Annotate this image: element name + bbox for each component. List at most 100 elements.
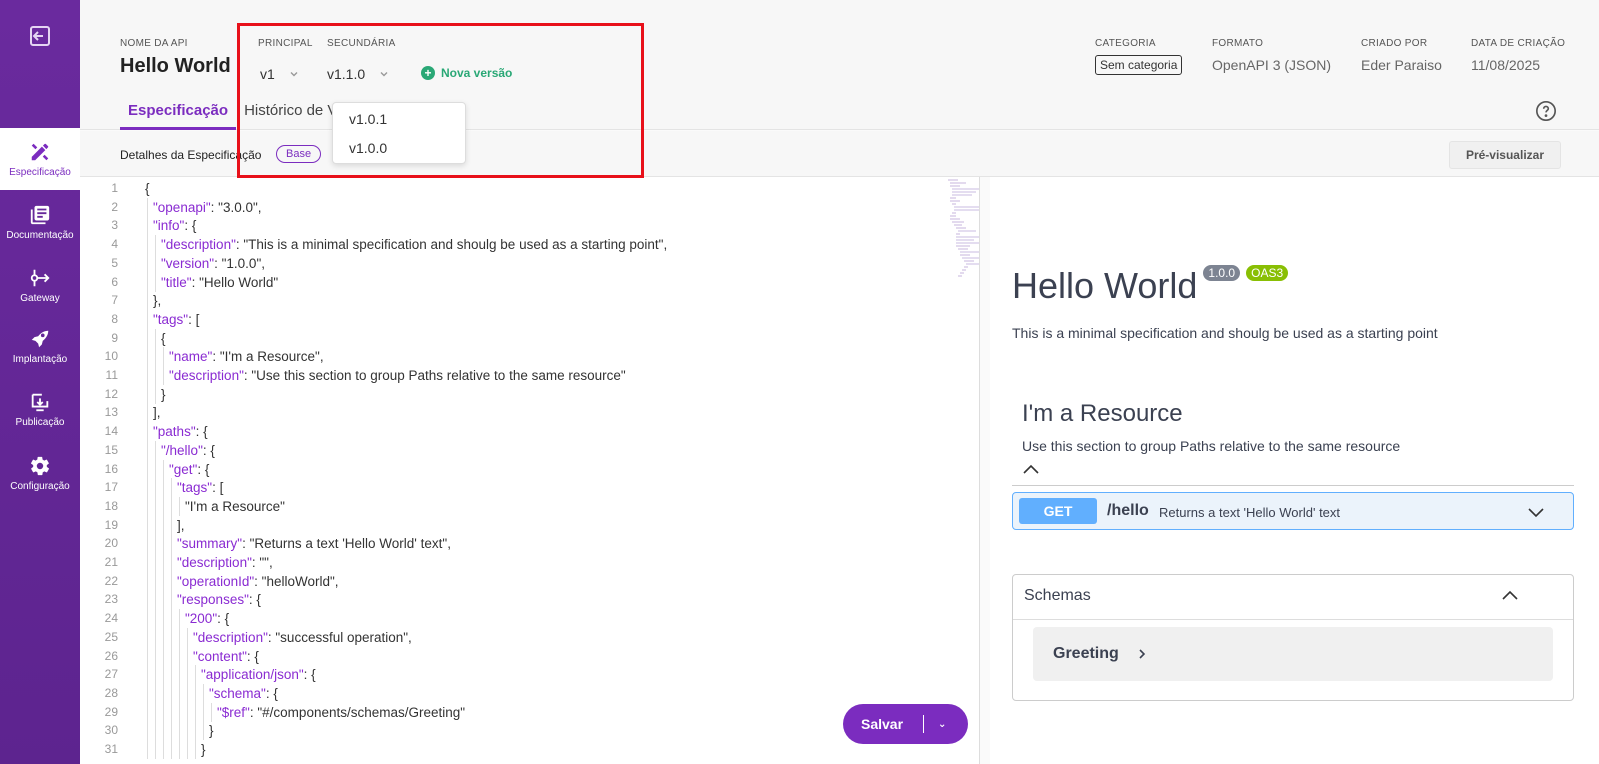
sidebar-item-documentacao[interactable]: Documentação <box>0 191 80 253</box>
indent-guide <box>171 515 172 535</box>
sidebar-item-label: Configuração <box>10 480 70 492</box>
indent-guide <box>155 609 156 629</box>
spec-details-bar: Detalhes da Especificação Base Pré-visua… <box>80 131 1599 177</box>
chevron-down-icon[interactable]: ⌄ <box>938 719 946 730</box>
tab-especificacao[interactable]: Especificação <box>120 95 237 130</box>
publish-icon <box>31 393 49 411</box>
indent-guide <box>147 571 148 591</box>
code-text: }, <box>153 293 162 309</box>
oas-badge: OAS3 <box>1246 265 1289 281</box>
code-text: "summary": "Returns a text 'Hello World'… <box>177 536 451 552</box>
indent-guide <box>147 646 148 666</box>
tag-title[interactable]: I'm a Resource <box>1022 400 1183 428</box>
indent-guide <box>163 665 164 685</box>
schemas-title[interactable]: Schemas <box>1024 587 1091 605</box>
code-text: "info": { <box>153 218 197 234</box>
indent-guide <box>163 721 164 741</box>
sidebar-item-publicacao[interactable]: Publicação <box>0 378 80 440</box>
indent-guide <box>155 683 156 703</box>
indent-guide <box>155 253 156 273</box>
api-name: Hello World <box>120 55 231 77</box>
code-text: "description": "successful operation", <box>193 629 412 645</box>
code-text: "application/json": { <box>201 667 316 683</box>
code-text: "tags": [ <box>153 311 200 327</box>
code-text: "description": "", <box>177 555 273 570</box>
formato-label: FORMATO <box>1212 38 1264 49</box>
app-root: Especificação Documentação Gateway Impla… <box>0 0 1599 764</box>
indent-guide <box>147 403 148 423</box>
code-editor[interactable]: 1 {2 "openapi": "3.0.0", 3 "info": {4 "descri… <box>80 177 980 764</box>
line-number: 22 <box>104 573 118 588</box>
sidebar-item-gateway[interactable]: Gateway <box>0 254 80 316</box>
indent-guide <box>163 590 164 610</box>
indent-guide <box>187 683 188 703</box>
indent-guide <box>163 571 164 591</box>
formato-value: OpenAPI 3 (JSON) <box>1212 57 1332 73</box>
operation-get-hello[interactable]: GET /hello Returns a text 'Hello World' … <box>1012 492 1574 530</box>
back-icon[interactable] <box>28 24 52 48</box>
indent-guide <box>179 609 180 629</box>
schemas-section: Schemas Greeting <box>1012 574 1574 701</box>
sidebar-item-label: Documentação <box>6 229 74 241</box>
indent-guide <box>147 347 148 367</box>
minimap[interactable] <box>946 177 980 287</box>
chevron-up-icon[interactable] <box>1499 585 1521 607</box>
code-text: "I'm a Resource" <box>185 498 285 514</box>
line-number: 28 <box>104 685 118 700</box>
dropdown-option[interactable]: v1.0.0 <box>349 140 387 156</box>
chevron-down-icon[interactable] <box>1525 501 1547 523</box>
schema-item-greeting[interactable]: Greeting <box>1033 627 1553 681</box>
secundaria-version-value: v1.1.0 <box>327 66 366 82</box>
principal-version-select[interactable]: v1 <box>260 66 299 82</box>
indent-guide <box>163 740 164 759</box>
line-number: 12 <box>104 386 118 401</box>
chevron-up-icon[interactable] <box>1020 459 1042 481</box>
code-text: "/hello": { <box>161 442 215 458</box>
indent-guide <box>147 702 148 722</box>
sidebar-item-especificacao[interactable]: Especificação <box>0 128 80 190</box>
preview-button[interactable]: Pré-visualizar <box>1448 141 1561 169</box>
indent-guide <box>155 496 156 516</box>
categoria-badge: Sem categoria <box>1095 55 1183 75</box>
categoria-block: CATEGORIA Sem categoria <box>1095 38 1183 75</box>
line-number: 19 <box>104 517 118 532</box>
sidebar-item-implantacao[interactable]: Implantação <box>0 315 80 377</box>
method-badge: GET <box>1019 498 1097 524</box>
indent-guide <box>155 459 156 479</box>
dropdown-option[interactable]: v1.0.1 <box>349 111 387 127</box>
code-text: "content": { <box>193 648 259 664</box>
indent-guide <box>155 440 156 460</box>
preview-title: Hello World <box>1012 265 1198 306</box>
code-text: "description": "This is a minimal specif… <box>161 237 668 253</box>
code-text: "schema": { <box>209 685 278 701</box>
indent-guide <box>171 702 172 722</box>
editor-divider[interactable] <box>979 177 980 764</box>
indent-guide <box>163 609 164 629</box>
help-icon[interactable] <box>1535 100 1557 122</box>
line-number: 14 <box>104 424 118 439</box>
indent-guide <box>163 366 164 385</box>
line-number: 8 <box>111 311 118 326</box>
indent-guide <box>147 515 148 535</box>
indent-guide <box>171 740 172 759</box>
indent-guide <box>155 721 156 741</box>
code-text: "openapi": "3.0.0", <box>153 199 262 215</box>
line-number: 23 <box>104 592 118 607</box>
indent-guide <box>163 553 164 572</box>
code-text: "description": "Use this section to grou… <box>169 368 626 383</box>
data-criacao-value: 11/08/2025 <box>1471 57 1541 73</box>
indent-guide <box>147 440 148 460</box>
formato-block: FORMATO OpenAPI 3 (JSON) <box>1212 38 1331 73</box>
nova-versao-button[interactable]: + Nova versão <box>421 66 512 80</box>
principal-label: PRINCIPAL <box>258 38 313 49</box>
gateway-icon <box>30 269 50 286</box>
secundaria-version-select[interactable]: v1.1.0 <box>327 66 389 82</box>
chevron-down-icon <box>380 72 388 77</box>
sidebar-item-configuracao[interactable]: Configuração <box>0 442 80 504</box>
base-badge: Base <box>276 145 322 163</box>
indent-guide <box>171 609 172 629</box>
code-text: "name": "I'm a Resource", <box>169 349 324 365</box>
indent-guide <box>147 328 148 348</box>
indent-guide <box>147 665 148 685</box>
save-button[interactable]: Salvar ⌄ <box>843 704 968 744</box>
